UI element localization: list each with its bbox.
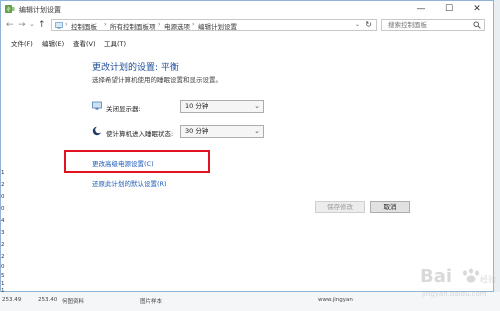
background-digit: 5 [1,273,5,279]
page-subtitle: 选择希望计算机使用的睡眠设置和显示设置。 [92,76,222,84]
baidu-watermark: Bai 经验 jingyan.baidu.com [420,266,496,298]
background-digit: 2 [1,242,5,248]
address-bar[interactable]: › 控制面板 › 所有控制面板项 › 电源选项 › 编辑计划设置 ⌄ ↻ [51,19,377,31]
background-digit: 3 [1,230,5,236]
back-button[interactable]: ← [6,20,14,30]
display-off-label: 关闭显示器: [106,105,141,113]
up-button[interactable]: ↑ [38,20,46,30]
display-off-value: 10 分钟 [185,102,209,110]
address-dropdown-icon[interactable]: ⌄ [355,21,360,28]
background-digit: 0 [1,206,5,212]
chevron-down-icon: ⌄ [254,127,260,135]
edit-plan-settings-window: 编辑计划设置 — ☐ ✕ ← → ⌄ ↑ › 控制面板 › 所有控制面板项 › … [0,0,494,292]
watermark-brand: Bai [420,266,452,287]
menu-file[interactable]: 文件(F) [11,38,33,48]
breadcrumb-control-panel[interactable]: 控制面板 [71,21,97,31]
background-digit: 4 [1,218,5,224]
menu-view[interactable]: 查看(V) [73,38,96,48]
watermark-url: jingyan.baidu.com [421,290,487,298]
cancel-button[interactable]: 取消 [370,201,410,213]
navigation-bar: ← → ⌄ ↑ › 控制面板 › 所有控制面板项 › 电源选项 › 编辑计划设置… [1,17,493,34]
breadcrumb-separator: › [65,20,68,28]
chevron-down-icon: ⌄ [254,102,260,110]
restore-defaults-link[interactable]: 还原此计划的默认设置(R) [92,178,167,188]
background-cell: 何图资料 [62,299,85,305]
minimize-button[interactable]: — [407,1,435,17]
sleep-label: 使计算机进入睡眠状态: [106,130,174,138]
menu-bar: 文件(F) 编辑(E) 查看(V) 工具(T) [1,37,493,48]
maximize-button[interactable]: ☐ [435,1,463,17]
breadcrumb-separator: › [104,20,107,28]
breadcrumb-separator: › [158,20,161,28]
page-title: 更改计划的设置: 平衡 [92,63,179,73]
background-cell: 253.49 [2,297,22,303]
control-panel-icon [55,22,63,29]
search-icon[interactable] [473,21,481,29]
display-off-select[interactable]: 10 分钟 ⌄ [180,100,264,113]
background-digit: 0 [1,264,5,270]
title-bar: 编辑计划设置 — ☐ ✕ [1,1,493,17]
sleep-value: 30 分钟 [185,127,209,135]
moon-icon [92,126,102,136]
monitor-icon [92,101,102,110]
close-button[interactable]: ✕ [463,1,491,17]
background-cell: 图片样本 [140,299,163,305]
watermark-suffix: 经验 [480,274,496,284]
background-digit: 1 [1,281,5,287]
background-digit: 0 [1,194,5,200]
save-button[interactable]: 保存修改 [315,201,365,213]
breadcrumb-all-items[interactable]: 所有控制面板项 [110,21,156,31]
forward-button[interactable]: → [18,20,26,30]
window-title: 编辑计划设置 [19,6,61,14]
menu-edit[interactable]: 编辑(E) [42,38,64,48]
recent-locations-dropdown[interactable]: ⌄ [29,20,35,28]
breadcrumb-edit-plan[interactable]: 编辑计划设置 [198,21,237,31]
search-input[interactable] [381,19,485,31]
power-options-icon [5,5,15,13]
sleep-select[interactable]: 30 分钟 ⌄ [180,125,264,138]
menu-tools[interactable]: 工具(T) [104,38,126,48]
advanced-power-settings-link[interactable]: 更改高级电源设置(C) [92,158,154,168]
background-cell: www.jingyan [318,297,353,303]
background-digit: 2 [1,254,5,260]
refresh-icon[interactable]: ↻ [365,20,372,29]
breadcrumb-separator: › [192,20,195,28]
background-cell: 253.40 [38,297,58,303]
background-digit: 1 [1,170,5,176]
breadcrumb-power-options[interactable]: 电源选项 [164,21,190,31]
background-digit: 2 [1,182,5,188]
